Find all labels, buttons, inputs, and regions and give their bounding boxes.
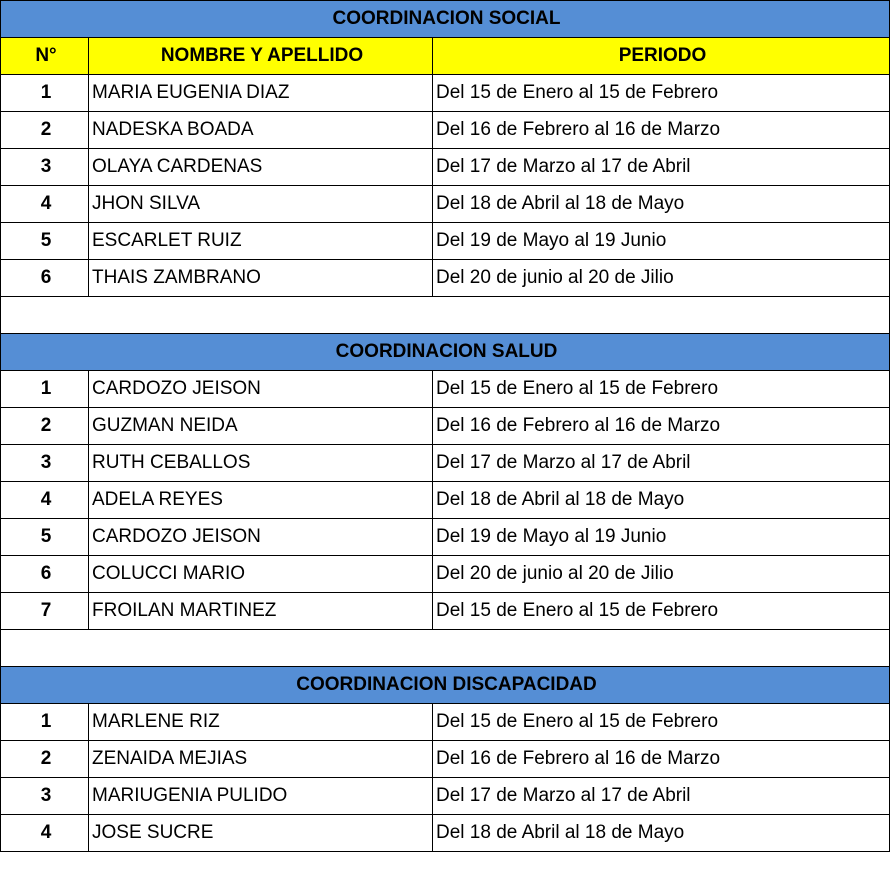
row-name[interactable]: ADELA REYES bbox=[88, 481, 433, 519]
table-row: 6 COLUCCI MARIO Del 20 de junio al 20 de… bbox=[0, 555, 890, 593]
coordination-schedule-table: COORDINACION SOCIAL N° NOMBRE Y APELLIDO… bbox=[0, 0, 890, 852]
table-row: 6 THAIS ZAMBRANO Del 20 de junio al 20 d… bbox=[0, 259, 890, 297]
row-name[interactable]: THAIS ZAMBRANO bbox=[88, 259, 433, 297]
table-row: 7 FROILAN MARTINEZ Del 15 de Enero al 15… bbox=[0, 592, 890, 630]
row-period[interactable]: Del 17 de Marzo al 17 de Abril bbox=[431, 777, 890, 815]
row-period[interactable]: Del 18 de Abril al 18 de Mayo bbox=[431, 814, 890, 852]
table-row: 4 JHON SILVA Del 18 de Abril al 18 de Ma… bbox=[0, 185, 890, 223]
empty-cell[interactable] bbox=[0, 629, 890, 667]
table-row: 4 JOSE SUCRE Del 18 de Abril al 18 de Ma… bbox=[0, 814, 890, 852]
row-name[interactable]: GUZMAN NEIDA bbox=[88, 407, 433, 445]
row-name[interactable]: CARDOZO JEISON bbox=[88, 370, 433, 408]
row-name[interactable]: JOSE SUCRE bbox=[88, 814, 433, 852]
row-period[interactable]: Del 20 de junio al 20 de Jilio bbox=[431, 555, 890, 593]
row-name[interactable]: FROILAN MARTINEZ bbox=[88, 592, 433, 630]
row-number[interactable]: 1 bbox=[0, 74, 89, 112]
table-row: 2 GUZMAN NEIDA Del 16 de Febrero al 16 d… bbox=[0, 407, 890, 445]
row-number[interactable]: 2 bbox=[0, 111, 89, 149]
column-header-row: N° NOMBRE Y APELLIDO PERIODO bbox=[0, 37, 890, 75]
section-header-row: COORDINACION SALUD bbox=[0, 333, 890, 371]
row-period[interactable]: Del 19 de Mayo al 19 Junio bbox=[431, 222, 890, 260]
table-row: 1 MARLENE RIZ Del 15 de Enero al 15 de F… bbox=[0, 703, 890, 741]
row-period[interactable]: Del 18 de Abril al 18 de Mayo bbox=[431, 185, 890, 223]
spacer-row bbox=[0, 296, 890, 334]
row-name[interactable]: ESCARLET RUIZ bbox=[88, 222, 433, 260]
row-number[interactable]: 4 bbox=[0, 814, 89, 852]
row-number[interactable]: 7 bbox=[0, 592, 89, 630]
row-period[interactable]: Del 18 de Abril al 18 de Mayo bbox=[431, 481, 890, 519]
table-row: 3 OLAYA CARDENAS Del 17 de Marzo al 17 d… bbox=[0, 148, 890, 186]
row-number[interactable]: 4 bbox=[0, 185, 89, 223]
empty-cell[interactable] bbox=[0, 296, 890, 334]
section-title-salud[interactable]: COORDINACION SALUD bbox=[0, 333, 890, 371]
table-row: 3 MARIUGENIA PULIDO Del 17 de Marzo al 1… bbox=[0, 777, 890, 815]
row-period[interactable]: Del 16 de Febrero al 16 de Marzo bbox=[431, 111, 890, 149]
column-header-number[interactable]: N° bbox=[0, 37, 89, 75]
row-number[interactable]: 1 bbox=[0, 370, 89, 408]
row-period[interactable]: Del 17 de Marzo al 17 de Abril bbox=[431, 444, 890, 482]
row-period[interactable]: Del 16 de Febrero al 16 de Marzo bbox=[431, 740, 890, 778]
row-period[interactable]: Del 16 de Febrero al 16 de Marzo bbox=[431, 407, 890, 445]
row-period[interactable]: Del 15 de Enero al 15 de Febrero bbox=[431, 592, 890, 630]
table-row: 2 NADESKA BOADA Del 16 de Febrero al 16 … bbox=[0, 111, 890, 149]
row-period[interactable]: Del 20 de junio al 20 de Jilio bbox=[431, 259, 890, 297]
row-name[interactable]: RUTH CEBALLOS bbox=[88, 444, 433, 482]
row-number[interactable]: 4 bbox=[0, 481, 89, 519]
row-period[interactable]: Del 15 de Enero al 15 de Febrero bbox=[431, 370, 890, 408]
row-name[interactable]: MARIA EUGENIA DIAZ bbox=[88, 74, 433, 112]
row-number[interactable]: 3 bbox=[0, 777, 89, 815]
table-row: 1 MARIA EUGENIA DIAZ Del 15 de Enero al … bbox=[0, 74, 890, 112]
table-row: 3 RUTH CEBALLOS Del 17 de Marzo al 17 de… bbox=[0, 444, 890, 482]
row-name[interactable]: MARLENE RIZ bbox=[88, 703, 433, 741]
row-number[interactable]: 3 bbox=[0, 148, 89, 186]
row-period[interactable]: Del 15 de Enero al 15 de Febrero bbox=[431, 703, 890, 741]
section-title-discapacidad[interactable]: COORDINACION DISCAPACIDAD bbox=[0, 666, 890, 704]
section-header-row: COORDINACION DISCAPACIDAD bbox=[0, 666, 890, 704]
row-name[interactable]: JHON SILVA bbox=[88, 185, 433, 223]
column-header-name[interactable]: NOMBRE Y APELLIDO bbox=[88, 37, 433, 75]
row-number[interactable]: 5 bbox=[0, 222, 89, 260]
row-name[interactable]: ZENAIDA MEJIAS bbox=[88, 740, 433, 778]
row-name[interactable]: NADESKA BOADA bbox=[88, 111, 433, 149]
table-row: 1 CARDOZO JEISON Del 15 de Enero al 15 d… bbox=[0, 370, 890, 408]
row-period[interactable]: Del 17 de Marzo al 17 de Abril bbox=[431, 148, 890, 186]
spacer-row bbox=[0, 629, 890, 667]
table-row: 2 ZENAIDA MEJIAS Del 16 de Febrero al 16… bbox=[0, 740, 890, 778]
section-header-row: COORDINACION SOCIAL bbox=[0, 0, 890, 38]
row-number[interactable]: 6 bbox=[0, 555, 89, 593]
row-name[interactable]: OLAYA CARDENAS bbox=[88, 148, 433, 186]
row-number[interactable]: 2 bbox=[0, 740, 89, 778]
row-period[interactable]: Del 19 de Mayo al 19 Junio bbox=[431, 518, 890, 556]
row-period[interactable]: Del 15 de Enero al 15 de Febrero bbox=[431, 74, 890, 112]
row-number[interactable]: 2 bbox=[0, 407, 89, 445]
row-number[interactable]: 3 bbox=[0, 444, 89, 482]
table-row: 4 ADELA REYES Del 18 de Abril al 18 de M… bbox=[0, 481, 890, 519]
row-number[interactable]: 6 bbox=[0, 259, 89, 297]
table-row: 5 ESCARLET RUIZ Del 19 de Mayo al 19 Jun… bbox=[0, 222, 890, 260]
section-title-social[interactable]: COORDINACION SOCIAL bbox=[0, 0, 890, 38]
table-row: 5 CARDOZO JEISON Del 19 de Mayo al 19 Ju… bbox=[0, 518, 890, 556]
row-number[interactable]: 5 bbox=[0, 518, 89, 556]
row-name[interactable]: CARDOZO JEISON bbox=[88, 518, 433, 556]
row-name[interactable]: COLUCCI MARIO bbox=[88, 555, 433, 593]
row-name[interactable]: MARIUGENIA PULIDO bbox=[88, 777, 433, 815]
row-number[interactable]: 1 bbox=[0, 703, 89, 741]
column-header-period[interactable]: PERIODO bbox=[431, 37, 890, 75]
